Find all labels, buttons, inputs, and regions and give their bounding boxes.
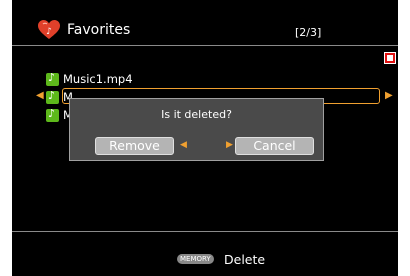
footer: MEMORY Delete [12, 232, 398, 276]
delete-hint: Delete [224, 252, 266, 267]
header: ♪ Favorites [2/3] [12, 0, 398, 45]
memory-key-icon: MEMORY [177, 254, 214, 264]
cancel-button[interactable]: Cancel [235, 137, 314, 155]
list-item-label: Music1.mp4 [63, 72, 133, 86]
header-divider [12, 45, 398, 46]
page-indicator: [2/3] [295, 26, 322, 39]
chevron-right-icon: ▶ [226, 140, 233, 150]
music-note-icon: ♪ [46, 71, 59, 86]
music-note-icon: ♪ [46, 89, 59, 104]
list-item[interactable]: ♪ Music1.mp4 [46, 71, 376, 88]
chevron-left-icon: ◀ [180, 140, 187, 150]
screen: ♪ Favorites [2/3] ♪ Music1.mp4 ◀ ♪ M ▶ ♪… [12, 0, 398, 276]
dialog-message: Is it deleted? [161, 108, 232, 121]
svg-text:♪: ♪ [46, 27, 52, 37]
remove-button[interactable]: Remove [95, 137, 174, 155]
record-icon [384, 52, 396, 64]
music-note-icon: ♪ [46, 107, 59, 122]
chevron-right-icon: ▶ [385, 90, 393, 101]
confirm-dialog: Is it deleted? Remove ◀ ▶ Cancel [69, 98, 324, 161]
page-title: Favorites [67, 22, 131, 38]
heart-icon: ♪ [38, 20, 60, 39]
chevron-left-icon: ◀ [36, 90, 44, 101]
